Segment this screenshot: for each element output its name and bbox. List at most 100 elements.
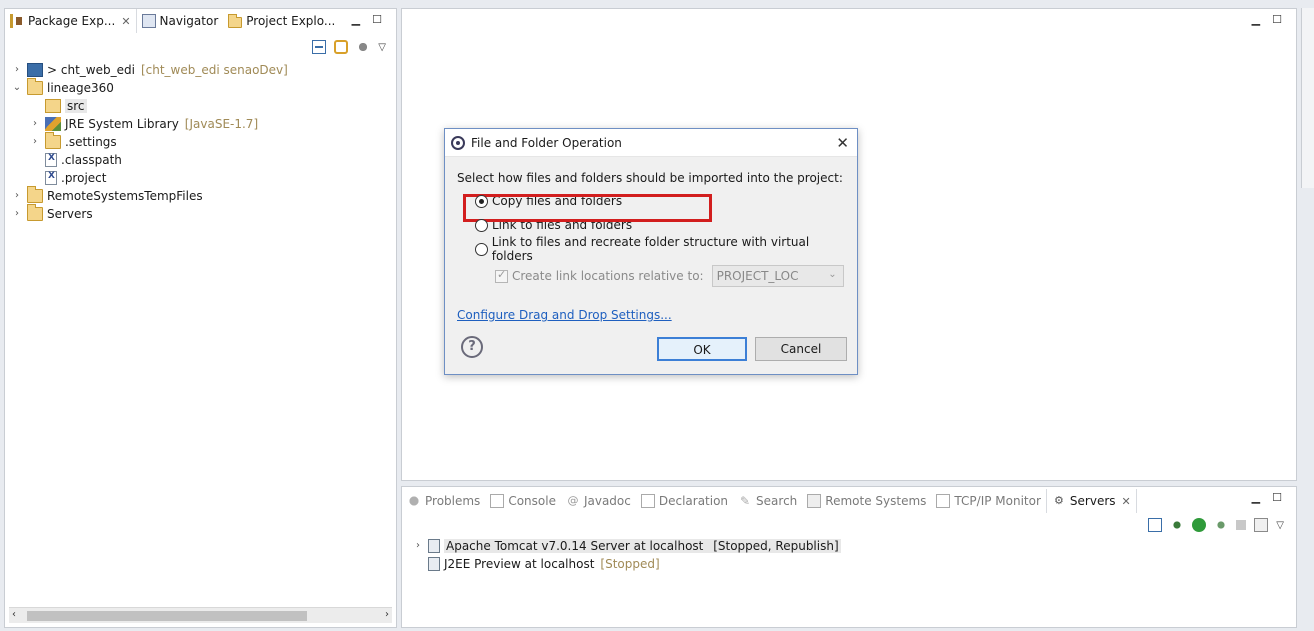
server-status: [Stopped] (600, 557, 660, 571)
chevron-right-icon[interactable]: › (412, 540, 424, 552)
project-explorer-icon (228, 14, 243, 28)
servers-toolbar: ▽ (1148, 518, 1284, 532)
maximize-icon[interactable]: ☐ (1272, 491, 1282, 504)
chevron-right-icon[interactable]: › (29, 136, 41, 148)
link-with-editor-icon[interactable] (334, 40, 349, 54)
maximize-icon[interactable]: ☐ (1272, 13, 1282, 26)
source-folder-icon (45, 99, 61, 113)
tree-item-label: .classpath (61, 153, 122, 167)
tab-label: Package Exp... (28, 14, 116, 28)
package-explorer-tabbar: Package Exp... ✕ Navigator Project Explo… (5, 9, 396, 33)
tree-item-decoration: [JavaSE-1.7] (184, 117, 259, 131)
package-explorer-panel: Package Exp... ✕ Navigator Project Explo… (4, 8, 397, 628)
servers-panel: Problems Console @ Javadoc Declaration ✎… (401, 486, 1297, 628)
horizontal-scrollbar[interactable]: ‹ › (9, 607, 392, 623)
tab-package-explorer[interactable]: Package Exp... ✕ (5, 9, 137, 33)
tab-tcpip-monitor[interactable]: TCP/IP Monitor (931, 489, 1046, 513)
tab-project-explorer[interactable]: Project Explo... (223, 9, 340, 33)
radio-button[interactable] (475, 218, 488, 232)
project-folder-icon (27, 204, 43, 221)
close-icon[interactable]: ✕ (836, 134, 849, 152)
tree-item[interactable]: › .settings (11, 132, 288, 151)
tab-label: Declaration (658, 494, 729, 508)
start-icon[interactable] (1192, 518, 1207, 532)
collapse-all-icon[interactable] (1148, 518, 1163, 532)
radio-button[interactable] (475, 194, 488, 208)
web-project-icon (27, 63, 43, 77)
tab-remote-systems[interactable]: Remote Systems (802, 489, 931, 513)
relative-checkbox[interactable] (495, 268, 508, 283)
tree-item[interactable]: › RemoteSystemsTempFiles (11, 186, 288, 205)
radio-button[interactable] (475, 242, 488, 256)
tab-javadoc[interactable]: @ Javadoc (561, 489, 636, 513)
scrollbar-thumb[interactable] (27, 611, 307, 621)
tab-servers[interactable]: ⚙ Servers ✕ (1045, 489, 1137, 513)
tree-item[interactable]: › JRE System Library [JavaSE-1.7] (11, 115, 288, 133)
tab-label: Problems (425, 494, 481, 508)
tab-navigator[interactable]: Navigator (137, 9, 224, 33)
close-icon[interactable]: ✕ (1122, 495, 1131, 508)
bottom-window-controls: ▁ ☐ (1252, 491, 1282, 504)
chevron-right-icon[interactable]: › (11, 190, 23, 202)
view-menu-icon[interactable]: ▽ (378, 42, 386, 53)
configure-dnd-link[interactable]: Configure Drag and Drop Settings... (457, 308, 672, 322)
chevron-right-icon[interactable]: › (11, 64, 23, 76)
scroll-left-icon[interactable]: ‹ (12, 609, 16, 620)
help-icon[interactable]: ? (461, 336, 483, 358)
relative-location-value: PROJECT_LOC (716, 269, 799, 283)
publish-icon[interactable] (1254, 518, 1269, 532)
filter-icon[interactable] (356, 40, 371, 54)
chevron-right-icon[interactable]: › (11, 208, 23, 220)
tree-item[interactable]: ⌄ lineage360 (11, 78, 288, 97)
chevron-right-icon[interactable]: › (29, 118, 41, 130)
eclipse-icon (451, 135, 465, 150)
tab-problems[interactable]: Problems (402, 489, 485, 513)
server-icon (428, 557, 440, 571)
tab-label: Remote Systems (825, 494, 927, 508)
tree-item-label: JRE System Library (65, 117, 179, 131)
radio-label: Link to files and recreate folder struct… (491, 235, 810, 263)
radio-link-virtual-folders[interactable]: Link to files and recreate folder struct… (457, 235, 845, 263)
tree-item-label: RemoteSystemsTempFiles (47, 189, 203, 203)
search-icon: ✎ (740, 494, 751, 508)
tree-item[interactable]: › > cht_web_edi [cht_web_edi senaoDev] (11, 61, 288, 79)
chevron-down-icon[interactable]: ⌄ (11, 82, 23, 94)
relative-location-row: Create link locations relative to: PROJE… (457, 263, 845, 289)
server-row[interactable]: › Apache Tomcat v7.0.14 Server at localh… (412, 537, 841, 555)
tree-item[interactable]: .classpath (11, 151, 288, 169)
server-label: Apache Tomcat v7.0.14 Server at localhos… (446, 539, 704, 553)
tree-item-label: Servers (47, 207, 93, 221)
minimize-icon[interactable]: ▁ (352, 13, 360, 26)
minimize-icon[interactable]: ▁ (1252, 13, 1260, 26)
tab-console[interactable]: Console (485, 489, 561, 513)
minimize-icon[interactable]: ▁ (1252, 491, 1260, 504)
tab-search[interactable]: ✎ Search (733, 489, 802, 513)
tree-item[interactable]: .project (11, 169, 288, 187)
server-row[interactable]: J2EE Preview at localhost [Stopped] (412, 555, 841, 573)
javadoc-icon: @ (567, 494, 579, 507)
package-explorer-icon (10, 14, 24, 28)
tree-item[interactable]: src (11, 97, 288, 115)
close-icon[interactable]: ✕ (121, 15, 130, 28)
collapse-all-icon[interactable] (312, 40, 327, 54)
project-folder-icon (27, 78, 43, 95)
servers-list: › Apache Tomcat v7.0.14 Server at localh… (412, 537, 841, 573)
chevron-down-icon: ⌄ (828, 269, 837, 280)
maximize-icon[interactable]: ☐ (372, 13, 382, 26)
scroll-right-icon[interactable]: › (385, 609, 389, 620)
tab-declaration[interactable]: Declaration (636, 489, 733, 513)
right-trim-bar (1301, 8, 1314, 188)
stop-icon[interactable] (1236, 520, 1247, 530)
dialog-body: Select how files and folders should be i… (457, 171, 847, 361)
ok-button[interactable]: OK (657, 337, 747, 361)
profile-icon[interactable] (1214, 518, 1229, 532)
remote-systems-icon (807, 494, 822, 508)
tree-item[interactable]: › Servers (11, 204, 288, 223)
cancel-button[interactable]: Cancel (755, 337, 847, 361)
library-icon (45, 117, 61, 131)
relative-location-select[interactable]: PROJECT_LOC ⌄ (711, 265, 844, 287)
tree-item-label: .project (61, 171, 107, 185)
debug-icon[interactable] (1170, 518, 1185, 532)
view-menu-icon[interactable]: ▽ (1276, 520, 1284, 531)
